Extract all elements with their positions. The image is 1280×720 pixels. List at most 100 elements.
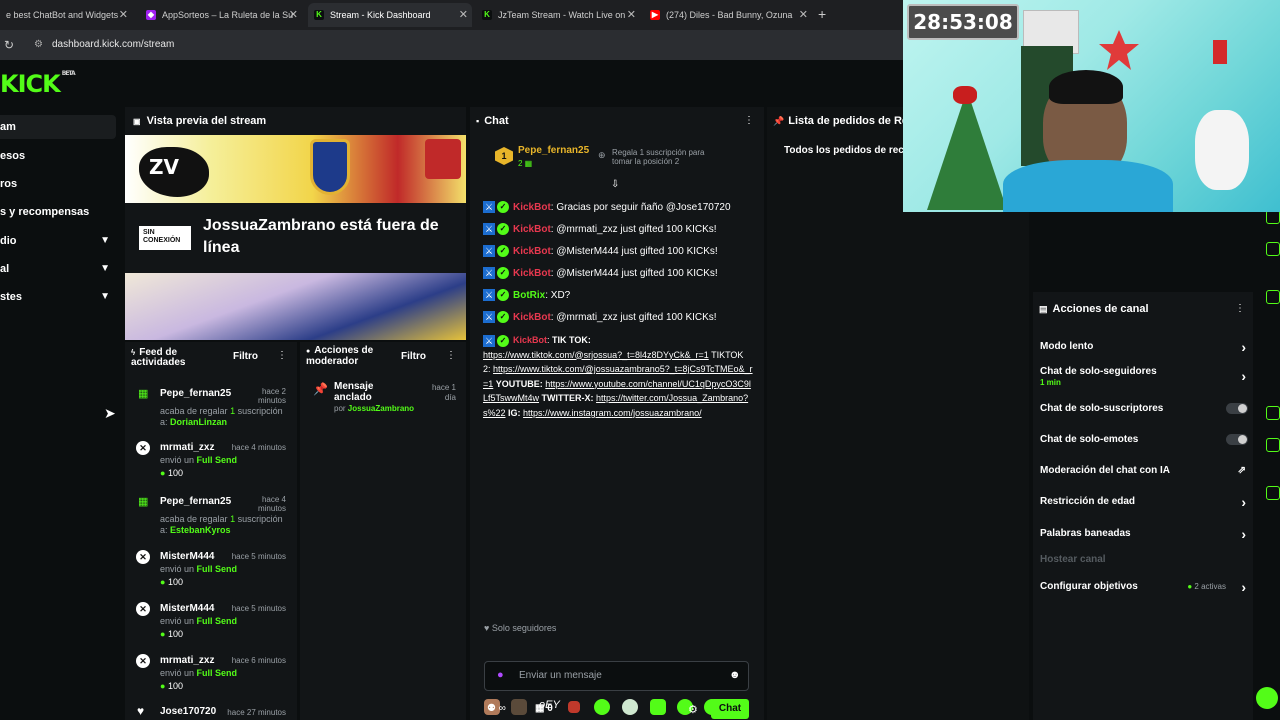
banned-words-row[interactable]: Palabras baneadas › xyxy=(1040,526,1248,542)
pinned-by-user[interactable]: JossuaZambrano xyxy=(348,404,414,413)
browser-tab[interactable]: K JzTeam Stream - Watch Live on ✕ xyxy=(476,3,640,27)
more-options-icon[interactable]: ⋮ xyxy=(446,350,456,361)
emote-icon[interactable] xyxy=(511,699,527,715)
top-gifter-name[interactable]: Pepe_fernan25 xyxy=(518,145,589,156)
close-tab-icon[interactable]: ✕ xyxy=(627,8,636,21)
chat-user[interactable]: KickBot xyxy=(513,224,551,235)
more-options-icon[interactable]: ⋮ xyxy=(277,350,287,361)
followers-only-row[interactable]: Chat de solo-seguidores 1 min › xyxy=(1040,366,1248,388)
toolbar-button[interactable] xyxy=(1266,210,1280,224)
camera-icon: ▣ xyxy=(133,117,141,126)
chat-user[interactable]: KickBot xyxy=(513,246,551,257)
pinned-message-title[interactable]: Mensaje anclado xyxy=(334,381,394,403)
help-chat-icon[interactable] xyxy=(1256,687,1278,709)
close-tab-icon[interactable]: ✕ xyxy=(119,8,128,21)
beta-tag: BETA xyxy=(61,70,76,77)
moderator-badge-icon: ⚔ xyxy=(483,267,495,279)
toolbar-button[interactable] xyxy=(1266,242,1280,256)
feed-filter-button[interactable]: Filtro xyxy=(233,351,258,362)
feed-user[interactable]: Jose170720 xyxy=(160,706,216,717)
browser-tab[interactable]: ◆ AppSorteos – La Ruleta de la Su ✕ xyxy=(140,3,302,27)
right-edge-toolbar xyxy=(1262,210,1280,510)
tab-title: (274) Diles - Bad Bunny, Ozuna xyxy=(666,10,793,20)
chevron-right-icon: › xyxy=(1241,579,1246,595)
chat-text: : @mrmati_zxz just gifted 100 KICKs! xyxy=(550,311,717,323)
goals-row[interactable]: Configurar objetivos ● 2 activas › xyxy=(1040,579,1248,595)
age-restriction-row[interactable]: Restricción de edad › xyxy=(1040,494,1248,510)
emote-icon[interactable] xyxy=(650,699,666,715)
requests-header: 📌 Lista de pedidos de Rec xyxy=(773,115,914,127)
toolbar-button[interactable] xyxy=(1266,406,1280,420)
feed-item-kicks: ✕ MisterM444 hace 5 minutos envió un Ful… xyxy=(136,550,291,594)
subscribers-only-toggle[interactable] xyxy=(1226,403,1248,414)
toolbar-button[interactable] xyxy=(1266,290,1280,304)
close-tab-icon[interactable]: ✕ xyxy=(799,8,808,21)
sidebar-item-ros[interactable]: ros xyxy=(0,172,116,196)
chevron-right-icon: › xyxy=(1241,494,1246,510)
more-options-icon[interactable]: ⋮ xyxy=(1235,303,1245,314)
chat-user[interactable]: KickBot xyxy=(513,268,551,279)
chat-text: : Gracias por seguir ñaño @Jose170720 xyxy=(550,201,731,213)
sidebar-item-recompensas[interactable]: s y recompensas xyxy=(0,200,116,224)
emote-icon[interactable] xyxy=(622,699,638,715)
chat-send-button[interactable]: Chat xyxy=(711,699,749,719)
panel-title: Vista previa del stream xyxy=(146,115,267,127)
sidebar-item-pesos[interactable]: esos xyxy=(0,144,116,168)
sidebar-item-ajustes[interactable]: stes ▼ xyxy=(0,285,116,309)
kick-favicon-icon: K xyxy=(482,10,492,20)
new-tab-button[interactable]: + xyxy=(818,6,826,22)
kick-favicon-icon: K xyxy=(314,10,324,20)
feed-user[interactable]: mrmati_zxz xyxy=(160,442,214,453)
site-settings-icon[interactable]: ⚙ xyxy=(34,36,43,54)
chat-user[interactable]: KickBot xyxy=(513,202,551,213)
feed-recipient[interactable]: EstebanKyros xyxy=(170,525,231,535)
feed-time: hace 5 minutos xyxy=(231,604,286,613)
browser-tab[interactable]: ▶ (274) Diles - Bad Bunny, Ozuna ✕ xyxy=(644,3,812,27)
toolbar-button[interactable] xyxy=(1266,438,1280,452)
chat-user[interactable]: KickBot xyxy=(513,335,547,345)
ai-moderation-row[interactable]: Moderación del chat con IA ⇗ xyxy=(1040,465,1248,476)
microphone-icon[interactable]: ● xyxy=(497,669,504,681)
collapse-arrow-icon[interactable]: ⇩ xyxy=(611,179,619,190)
people-icon: ⚉ xyxy=(487,703,496,714)
chat-user[interactable]: BotRix xyxy=(513,290,545,301)
feed-user[interactable]: MisterM444 xyxy=(160,551,214,562)
gift-subscription-icon[interactable]: ⊕ xyxy=(598,150,606,161)
url-field[interactable]: ⚙ dashboard.kick.com/stream xyxy=(30,36,900,54)
team-crest-image xyxy=(310,139,350,195)
close-tab-icon[interactable]: ✕ xyxy=(289,8,298,21)
status-dot-icon: ● xyxy=(1187,582,1193,591)
instagram-link[interactable]: https://www.instagram.com/jossuazambrano… xyxy=(523,408,702,418)
emotes-only-toggle[interactable] xyxy=(1226,434,1248,445)
reload-icon[interactable]: ↻ xyxy=(4,38,14,52)
emote-icon[interactable] xyxy=(568,701,580,713)
emoji-icon[interactable]: ☻ xyxy=(729,669,741,681)
slow-mode-row[interactable]: Modo lento › xyxy=(1040,339,1248,355)
feed-recipient[interactable]: DorianLinzan xyxy=(170,417,227,427)
emote-icon[interactable] xyxy=(594,699,610,715)
kicks-coin-icon: ● xyxy=(160,577,166,587)
gift-prompt[interactable]: Regala 1 suscripción para tomar la posic… xyxy=(612,148,727,166)
points-indicator[interactable]: ⚉ ∞ xyxy=(487,703,506,714)
sidebar-item-audio[interactable]: dio ▼ xyxy=(0,229,116,253)
chat-user[interactable]: KickBot xyxy=(513,312,551,323)
sidebar-item-canal[interactable]: al ▼ xyxy=(0,257,116,281)
feed-user[interactable]: Pepe_fernan25 xyxy=(160,496,231,507)
feed-user[interactable]: Pepe_fernan25 xyxy=(160,388,231,399)
kick-logo[interactable]: KICK BETA xyxy=(0,70,76,98)
feed-item-gift: ▦ Pepe_fernan25 hace 2 minutos acaba de … xyxy=(136,387,291,435)
browser-tab-active[interactable]: K Stream - Kick Dashboard ✕ xyxy=(308,3,472,27)
chat-input[interactable]: ● Enviar un mensaje ☻ xyxy=(484,661,749,691)
chat-settings-icon[interactable]: ⚙ xyxy=(688,703,698,716)
mod-filter-button[interactable]: Filtro xyxy=(401,351,426,362)
feed-user[interactable]: mrmati_zxz xyxy=(160,655,214,666)
gifts-indicator[interactable]: ▦ 0 xyxy=(535,703,553,714)
chat-header: ▪ Chat xyxy=(476,115,509,127)
feed-user[interactable]: MisterM444 xyxy=(160,603,214,614)
toolbar-button[interactable] xyxy=(1266,486,1280,500)
more-options-icon[interactable]: ⋮ xyxy=(744,115,754,126)
close-tab-icon[interactable]: ✕ xyxy=(459,8,468,21)
sidebar-item-stream[interactable]: am xyxy=(0,115,116,139)
browser-tab[interactable]: e best ChatBot and Widgets ✕ xyxy=(0,3,132,27)
tiktok-link[interactable]: https://www.tiktok.com/@srjossua?_t=8l4z… xyxy=(483,350,709,360)
